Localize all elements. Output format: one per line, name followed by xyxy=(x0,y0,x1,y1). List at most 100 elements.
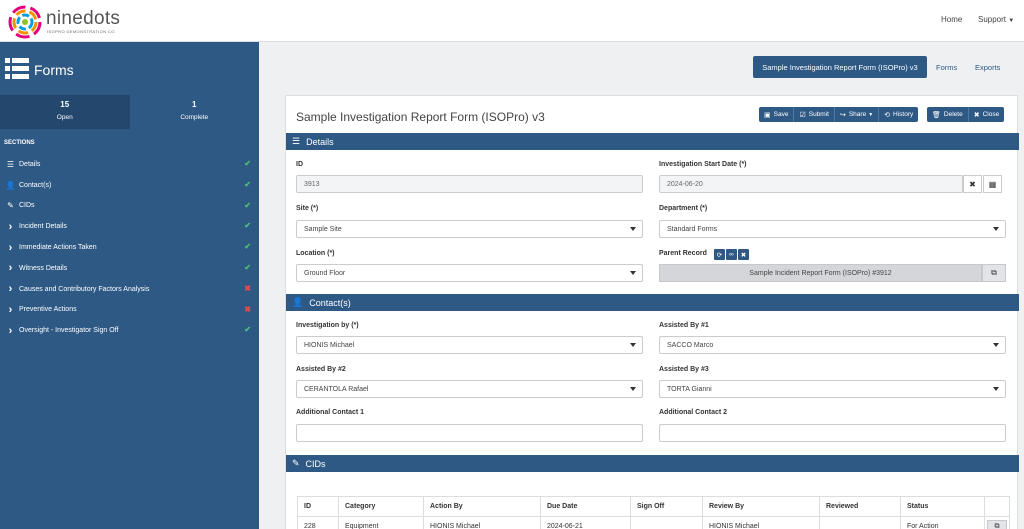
active-form-button[interactable]: Sample Investigation Report Form (ISOPro… xyxy=(753,56,927,78)
additional-contact-2-input[interactable] xyxy=(659,424,1006,442)
caret-down-icon xyxy=(993,343,999,347)
caret-down-icon xyxy=(630,387,636,391)
sidebar-item[interactable]: › Incident Details ✔ xyxy=(0,216,259,237)
department-select[interactable]: Standard Forms xyxy=(659,220,1006,238)
location-select[interactable]: Ground Floor xyxy=(296,264,643,282)
caret-down-icon xyxy=(630,343,636,347)
column-header[interactable]: Due Date xyxy=(540,496,631,517)
table-row[interactable]: 228 Equipment HIONIS Michael 2024-06-21 HION… xyxy=(297,516,1010,529)
check-icon: ✔ xyxy=(244,325,251,335)
sidebar-item[interactable]: ☰ Details ✔ xyxy=(0,154,259,175)
count-complete-label: Complete xyxy=(180,114,209,121)
column-header[interactable]: Action By xyxy=(423,496,541,517)
sidebar-item[interactable]: › Causes and Contributory Factors Analysi… xyxy=(0,279,259,300)
delete-button[interactable]: 🗑 Delete xyxy=(927,107,969,122)
edit-icon: ✎ xyxy=(7,201,14,211)
share-button[interactable]: ↪ Share ▼ xyxy=(834,107,880,122)
contacts-heading: Contact(s) xyxy=(309,297,351,308)
chevron-right-icon: › xyxy=(8,241,13,254)
save-button[interactable]: ▣ Save xyxy=(759,107,795,122)
chevron-right-icon: › xyxy=(8,262,13,275)
start-date-field[interactable]: 2024-06-20 xyxy=(659,175,963,193)
assisted-by-1-value: SACCO Marco xyxy=(667,341,714,349)
caret-down-icon xyxy=(993,387,999,391)
section-list: ☰ Details ✔ 👤 Contact(s) ✔ ✎ CIDs ✔ › Incident Det… xyxy=(0,154,259,341)
brand-name: ninedots xyxy=(46,8,121,29)
nav-support-dropdown[interactable]: Support ▼ xyxy=(978,15,1014,24)
cids-section-header[interactable]: ✎ CIDs xyxy=(286,455,1019,472)
check-square-icon: ☑ xyxy=(799,111,806,119)
clear-date-icon[interactable]: ✖ xyxy=(963,175,982,193)
ninedots-logo-icon[interactable] xyxy=(8,5,42,39)
list-icon: ☰ xyxy=(292,136,301,146)
action-group-main: ▣ Save ☑ Submit ↪ Share ▼ ⟲ History xyxy=(759,107,919,122)
sidebar-item[interactable]: › Preventive Actions ✖ xyxy=(0,300,259,321)
assisted-by-3-label: Assisted By #3 xyxy=(659,366,709,373)
sidebar-item[interactable]: › Oversight - Investigator Sign Off ✔ xyxy=(0,320,259,341)
forms-link[interactable]: Forms xyxy=(936,56,957,78)
investigation-by-select[interactable]: HIONIS Michael xyxy=(296,336,643,354)
sidebar-item-label: Details xyxy=(19,160,41,168)
site-value: Sample Site xyxy=(304,225,342,233)
share-label: Share xyxy=(848,111,867,118)
unlink-icon[interactable]: ✖ xyxy=(738,249,749,260)
assisted-by-2-select[interactable]: CERANTOLA Rafael xyxy=(296,380,643,398)
sidebar-item-label: Causes and Contributory Factors Analysis xyxy=(19,285,150,293)
column-header[interactable]: Category xyxy=(338,496,424,517)
column-header[interactable]: ID xyxy=(297,496,339,517)
refresh-icon[interactable]: ⟳ xyxy=(714,249,725,260)
submit-button[interactable]: ☑ Submit xyxy=(794,107,835,122)
trash-icon: 🗑 xyxy=(932,111,941,119)
user-icon: 👤 xyxy=(292,297,304,307)
parent-record-label: Parent Record xyxy=(659,250,707,257)
external-link-icon[interactable]: ⧉ xyxy=(982,264,1006,282)
calendar-icon[interactable]: ▦ xyxy=(983,175,1002,193)
sidebar-item-label: CIDs xyxy=(19,202,35,210)
investigation-by-label: Investigation by (*) xyxy=(296,322,359,329)
nav-home-link[interactable]: Home xyxy=(941,15,962,24)
column-header[interactable]: Status xyxy=(900,496,985,517)
count-complete-value: 1 xyxy=(192,100,197,109)
external-link-icon[interactable]: ⧉ xyxy=(987,519,1007,529)
history-icon: ⟲ xyxy=(884,111,891,119)
sidebar-item[interactable]: ✎ CIDs ✔ xyxy=(0,196,259,217)
chevron-right-icon: › xyxy=(8,303,13,316)
exports-link[interactable]: Exports xyxy=(975,56,1000,78)
sidebar: Forms 15 Open 1 Complete SECTIONS ☰ Detai… xyxy=(0,42,259,529)
history-button[interactable]: ⟲ History xyxy=(879,107,919,122)
location-value: Ground Floor xyxy=(304,269,346,277)
id-label: ID xyxy=(296,161,303,168)
additional-contact-1-input[interactable] xyxy=(296,424,643,442)
cross-icon: ✖ xyxy=(244,283,251,293)
caret-down-icon: ▼ xyxy=(1008,18,1015,24)
assisted-by-1-select[interactable]: SACCO Marco xyxy=(659,336,1006,354)
link-icon[interactable]: ∞ xyxy=(726,249,737,260)
column-header[interactable]: Review By xyxy=(702,496,820,517)
action-group-secondary: 🗑 Delete ✖ Close xyxy=(927,107,1005,122)
sidebar-item[interactable]: › Witness Details ✔ xyxy=(0,258,259,279)
sidebar-item[interactable]: 👤 Contact(s) ✔ xyxy=(0,175,259,196)
sidebar-item-label: Immediate Actions Taken xyxy=(19,244,97,252)
list-icon: ☰ xyxy=(6,159,15,169)
caret-down-icon xyxy=(630,271,636,275)
assisted-by-3-select[interactable]: TORTA Gianni xyxy=(659,380,1006,398)
assisted-by-1-label: Assisted By #1 xyxy=(659,322,709,329)
sidebar-item[interactable]: › Immediate Actions Taken ✔ xyxy=(0,237,259,258)
close-button[interactable]: ✖ Close xyxy=(968,107,1005,122)
sidebar-item-label: Preventive Actions xyxy=(19,306,77,314)
check-icon: ✔ xyxy=(244,242,251,252)
sidebar-item-label: Incident Details xyxy=(19,223,67,231)
contacts-section-header[interactable]: 👤 Contact(s) xyxy=(286,294,1019,311)
sidebar-title: Forms xyxy=(34,62,74,78)
column-header[interactable]: Sign Off xyxy=(630,496,703,517)
parent-record-field[interactable]: Sample Incident Report Form (ISOPro) #39… xyxy=(659,264,982,282)
list-menu-icon xyxy=(5,58,29,79)
details-section-header[interactable]: ☰ Details xyxy=(286,133,1019,150)
count-open[interactable]: 15 Open xyxy=(0,95,130,129)
count-complete[interactable]: 1 Complete xyxy=(130,95,260,129)
column-header[interactable]: Reviewed xyxy=(819,496,901,517)
site-select[interactable]: Sample Site xyxy=(296,220,643,238)
caret-down-icon xyxy=(993,227,999,231)
top-bar: ninedots ISOPRO DEMONSTRATION CO. Home S… xyxy=(0,0,1024,42)
nav-support-label: Support xyxy=(978,15,1007,24)
